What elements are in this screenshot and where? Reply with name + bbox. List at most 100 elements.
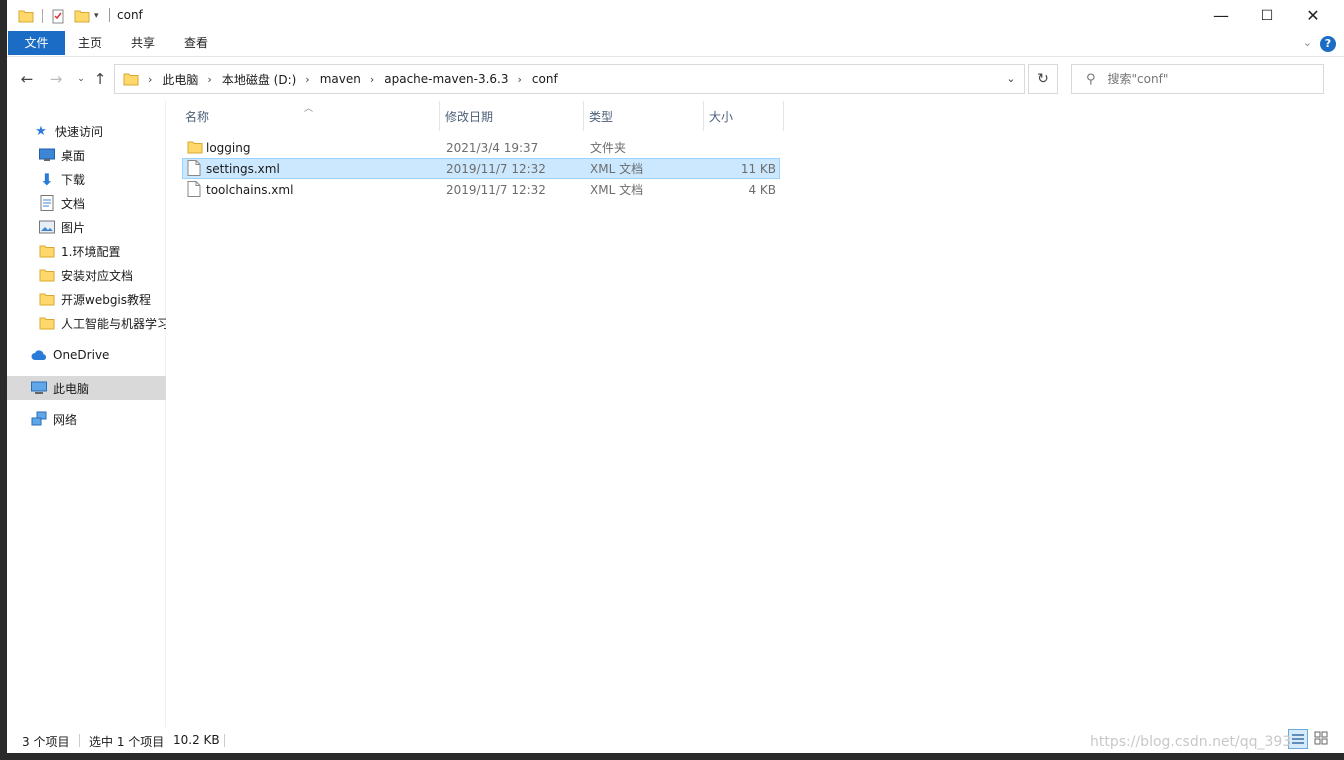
picture-icon [39,219,55,235]
file-date: 2019/11/7 12:32 [446,182,546,197]
nav-onedrive[interactable]: OneDrive [7,343,189,367]
file-explorer-window: ▾ conf — ☐ ✕ 文件 主页 共享 查看 ⌄ ? ← → ⌄ ↑ › 此… [7,0,1344,753]
background-bottom-strip [0,753,1344,760]
file-icon [187,160,201,179]
file-name: settings.xml [206,161,280,176]
nav-item-label: 人工智能与机器学习 [61,316,170,331]
nav-network[interactable]: 网络 [7,407,189,431]
close-button[interactable]: ✕ [1290,0,1336,31]
title-bar: ▾ conf — ☐ ✕ [7,0,1344,31]
breadcrumb-local-disk[interactable]: 本地磁盘 (D:) [222,71,296,88]
ribbon-tabs: 文件 主页 共享 查看 ⌄ ? [7,31,1344,57]
folder-icon [39,243,55,259]
file-size: 4 KB [748,182,776,197]
status-divider [79,734,80,747]
breadcrumb-separator-icon[interactable]: › [518,73,522,86]
download-icon: ⬇ [40,169,54,189]
tab-view[interactable]: 查看 [170,31,222,55]
file-type: XML 文档 [590,162,644,176]
breadcrumb-conf[interactable]: conf [532,72,558,86]
folder-icon [187,139,203,158]
refresh-icon[interactable]: ↻ [1028,64,1058,94]
selected-size: 10.2 KB [173,733,220,747]
customize-toolbar-icon[interactable]: ▾ [94,11,99,21]
column-header-name[interactable]: 名称 [180,101,440,131]
breadcrumb-this-pc[interactable]: 此电脑 [162,71,198,88]
recent-locations-chevron-icon[interactable]: ⌄ [71,69,91,89]
properties-icon[interactable] [50,8,66,24]
file-row-toolchains[interactable]: toolchains.xml 2019/11/7 12:32 XML 文档 4 … [182,179,780,200]
watermark-text: https://blog.csdn.net/qq_393 [1090,734,1292,750]
file-date: 2019/11/7 12:32 [446,161,546,176]
tab-file[interactable]: 文件 [8,31,65,55]
folder-icon [18,10,34,23]
nav-item-label: 安装对应文档 [61,268,134,283]
item-count: 3 个项目 [22,735,70,749]
file-icon [187,181,201,200]
breadcrumb-separator-icon[interactable]: › [207,73,211,86]
nav-item-label: 桌面 [61,148,86,163]
nav-item-label: 1.环境配置 [61,244,121,259]
column-header-size[interactable]: 大小 [704,101,784,131]
file-name: logging [206,140,251,155]
file-row-settings[interactable]: settings.xml 2019/11/7 12:32 XML 文档 11 K… [182,158,780,179]
selected-count: 选中 1 个项目 [89,735,165,749]
expand-ribbon-icon[interactable]: ⌄ [1303,36,1312,49]
folder-icon [39,291,55,307]
nav-item-label: 下载 [61,172,86,187]
nav-item-label: 此电脑 [53,381,90,396]
file-size: 11 KB [740,161,776,176]
search-input[interactable] [1105,71,1300,87]
folder-icon [39,315,55,331]
search-icon: ⚲ [1086,71,1096,87]
nav-item-label: OneDrive [53,348,110,362]
column-header-type[interactable]: 类型 [584,101,704,131]
nav-item-label: 开源webgis教程 [61,292,152,307]
nav-item-label: 快速访问 [55,124,104,139]
back-arrow-icon[interactable]: ← [17,69,37,89]
nav-this-pc[interactable]: 此电脑 [7,376,189,400]
computer-icon [31,380,47,396]
status-divider [224,734,225,747]
quick-access-toolbar: ▾ [18,6,99,26]
tab-share[interactable]: 共享 [117,31,169,55]
search-box[interactable]: ⚲ [1071,64,1324,94]
file-list: ︿ 名称 修改日期 类型 大小 logging 2021/3/4 19:37 文… [166,101,1344,727]
file-type: XML 文档 [590,183,644,197]
nav-item-label: 网络 [53,412,78,427]
up-arrow-icon[interactable]: ↑ [90,69,110,89]
breadcrumb-separator-icon[interactable]: › [148,73,152,86]
cloud-icon [31,347,47,363]
breadcrumb-apache-maven[interactable]: apache-maven-3.6.3 [384,72,508,86]
nav-item-label: 文档 [61,196,86,211]
tab-home[interactable]: 主页 [64,31,116,55]
minimize-button[interactable]: — [1198,0,1244,31]
breadcrumb-separator-icon[interactable]: › [305,73,309,86]
address-dropdown-icon[interactable]: ⌄ [998,65,1024,93]
nav-item-label: 图片 [61,220,86,235]
folder-icon [39,267,55,283]
document-icon [39,195,55,211]
title-separator [109,8,110,22]
file-date: 2021/3/4 19:37 [446,140,539,155]
navigation-bar: ← → ⌄ ↑ › 此电脑 › 本地磁盘 (D:) › maven › apac… [7,57,1344,101]
background-left-edge [0,0,7,760]
nav-quick-access[interactable]: ★ 快速访问 [7,119,191,143]
navigation-pane: ★ 快速访问 桌面 📌 ⬇ 下载 📌 文档 📌 图片 [7,101,193,727]
new-folder-icon[interactable] [74,8,90,24]
forward-arrow-icon[interactable]: → [46,69,66,89]
file-row-logging[interactable]: logging 2021/3/4 19:37 文件夹 [182,137,780,158]
help-button[interactable]: ? [1320,36,1336,52]
desktop-icon [39,147,55,163]
breadcrumb-maven[interactable]: maven [320,72,361,86]
breadcrumb-separator-icon[interactable]: › [370,73,374,86]
column-header-date[interactable]: 修改日期 [440,101,584,131]
large-icons-view-icon[interactable] [1312,729,1332,749]
star-icon: ★ [35,123,47,139]
maximize-button[interactable]: ☐ [1244,0,1290,31]
address-bar[interactable]: › 此电脑 › 本地磁盘 (D:) › maven › apache-maven… [114,64,1025,94]
file-type: 文件夹 [590,141,627,155]
network-icon [31,411,47,427]
window-title: conf [117,8,143,22]
folder-icon [123,73,139,86]
